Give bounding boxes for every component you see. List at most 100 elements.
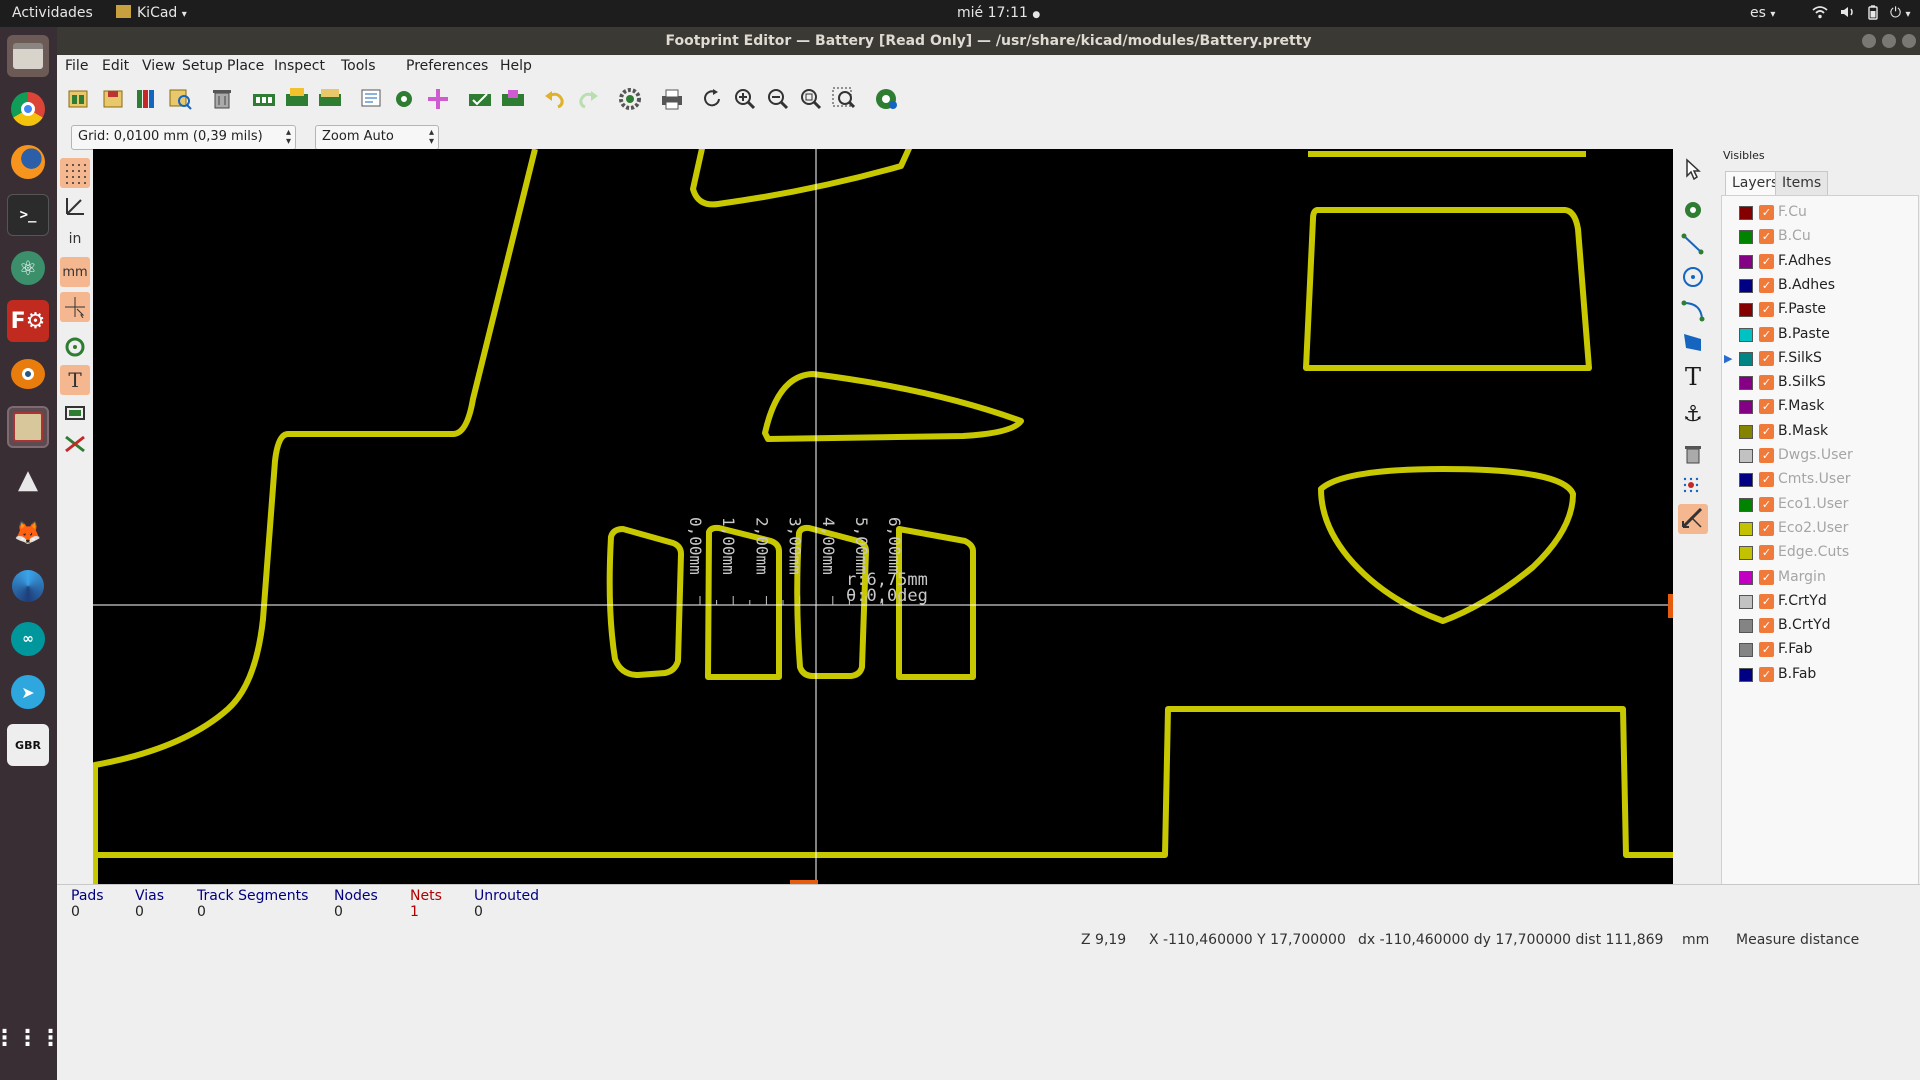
text-sketch-icon[interactable]: T bbox=[60, 365, 90, 395]
layer-visible-checkbox[interactable]: ✓ bbox=[1759, 399, 1774, 415]
show-grid-icon[interactable] bbox=[60, 158, 90, 188]
insert-into-board-icon[interactable] bbox=[284, 86, 310, 112]
menu-file[interactable]: File bbox=[65, 58, 88, 74]
fusion-launcher-icon[interactable]: F⚙ bbox=[7, 300, 49, 342]
menu-tools[interactable]: Tools bbox=[341, 58, 376, 74]
layer-row[interactable]: ✓ Cmts.User bbox=[1722, 469, 1918, 491]
layer-row[interactable]: ✓ Dwgs.User bbox=[1722, 445, 1918, 467]
layer-visible-checkbox[interactable]: ✓ bbox=[1759, 277, 1774, 293]
layer-row[interactable]: ✓ B.Cu bbox=[1722, 226, 1918, 248]
activities-button[interactable]: Actividades bbox=[12, 5, 93, 21]
menu-inspect[interactable]: Inspect bbox=[274, 58, 325, 74]
layer-row[interactable]: ✓ Edge.Cuts bbox=[1722, 542, 1918, 564]
gimp-launcher-icon[interactable]: 🦊 bbox=[7, 512, 49, 554]
layer-visible-checkbox[interactable]: ✓ bbox=[1759, 496, 1774, 512]
delete-tool-icon[interactable] bbox=[1678, 439, 1708, 469]
units-mm-button[interactable]: mm bbox=[60, 257, 90, 287]
layer-visible-checkbox[interactable]: ✓ bbox=[1759, 618, 1774, 634]
blender-launcher-icon[interactable] bbox=[7, 353, 49, 395]
kicad-launcher-icon[interactable] bbox=[7, 406, 49, 448]
close-button[interactable] bbox=[1902, 34, 1916, 48]
high-contrast-icon[interactable] bbox=[60, 429, 90, 459]
layer-row[interactable]: ✓ B.Mask bbox=[1722, 421, 1918, 443]
layer-row[interactable]: ✓ Eco2.User bbox=[1722, 518, 1918, 540]
firefox-launcher-icon[interactable] bbox=[7, 141, 49, 183]
layer-color-swatch[interactable] bbox=[1739, 594, 1753, 609]
drawing-canvas[interactable]: 0,00mm 1,00mm 2,00mm 3,00mm 4,00mm 5,00mm 6,00… bbox=[93, 149, 1673, 884]
app-swirl-launcher-icon[interactable] bbox=[7, 565, 49, 607]
layer-color-swatch[interactable] bbox=[1739, 303, 1753, 318]
print-icon[interactable] bbox=[659, 86, 685, 112]
graphic-outline-icon[interactable] bbox=[60, 398, 90, 428]
telegram-launcher-icon[interactable]: ➤ bbox=[7, 671, 49, 713]
redo-icon[interactable] bbox=[575, 86, 601, 112]
layer-visible-checkbox[interactable]: ✓ bbox=[1759, 666, 1774, 682]
zoom-selection-icon[interactable] bbox=[831, 86, 857, 112]
select-arrow-icon[interactable] bbox=[1678, 154, 1708, 184]
tab-items[interactable]: Items bbox=[1775, 171, 1829, 196]
layer-row[interactable]: ▶ ✓ F.SilkS bbox=[1722, 348, 1918, 370]
layer-visible-checkbox[interactable]: ✓ bbox=[1759, 642, 1774, 658]
draw-polygon-icon[interactable] bbox=[1678, 328, 1708, 358]
draw-circle-icon[interactable] bbox=[1678, 262, 1708, 292]
gerbview-launcher-icon[interactable]: GBR bbox=[7, 724, 49, 766]
zoom-select[interactable]: Zoom Auto ▴ ▾ bbox=[315, 125, 439, 150]
layer-color-swatch[interactable] bbox=[1739, 230, 1753, 245]
footprint-properties-icon[interactable] bbox=[359, 86, 385, 112]
volume-icon[interactable] bbox=[1840, 5, 1856, 23]
pad-settings-icon[interactable] bbox=[392, 86, 418, 112]
pad-sketch-icon[interactable] bbox=[60, 332, 90, 362]
zoom-fit-icon[interactable] bbox=[798, 86, 824, 112]
battery-icon[interactable] bbox=[1868, 5, 1878, 24]
footprint-viewer-icon[interactable] bbox=[167, 86, 193, 112]
layer-color-swatch[interactable] bbox=[1739, 473, 1753, 488]
layer-row[interactable]: ✓ F.Fab bbox=[1722, 639, 1918, 661]
3d-viewer-icon[interactable] bbox=[873, 86, 899, 112]
layer-color-swatch[interactable] bbox=[1739, 643, 1753, 658]
draw-arc-icon[interactable] bbox=[1678, 295, 1708, 325]
files-launcher-icon[interactable] bbox=[7, 35, 49, 77]
layer-visible-checkbox[interactable]: ✓ bbox=[1759, 326, 1774, 342]
undo-icon[interactable] bbox=[542, 86, 568, 112]
wifi-icon[interactable] bbox=[1812, 5, 1828, 23]
load-from-board-icon[interactable] bbox=[251, 86, 277, 112]
layer-row[interactable]: ✓ F.Adhes bbox=[1722, 251, 1918, 273]
library-browser-icon[interactable] bbox=[134, 86, 160, 112]
layer-color-swatch[interactable] bbox=[1739, 497, 1753, 512]
layer-row[interactable]: ✓ Eco1.User bbox=[1722, 494, 1918, 516]
layer-row[interactable]: ✓ B.SilkS bbox=[1722, 372, 1918, 394]
save-footprint-icon[interactable] bbox=[100, 86, 126, 112]
compare-footprint-icon[interactable] bbox=[500, 86, 526, 112]
full-crosshair-icon[interactable] bbox=[60, 292, 90, 322]
redraw-icon[interactable] bbox=[699, 86, 725, 112]
layer-visible-checkbox[interactable]: ✓ bbox=[1759, 423, 1774, 439]
layer-color-swatch[interactable] bbox=[1739, 327, 1753, 342]
measure-tool-icon[interactable] bbox=[1678, 504, 1708, 534]
new-footprint-icon[interactable] bbox=[65, 86, 91, 112]
zoom-out-icon[interactable] bbox=[765, 86, 791, 112]
menu-preferences[interactable]: Preferences bbox=[406, 58, 488, 74]
library-settings-icon[interactable] bbox=[617, 86, 643, 112]
menu-help[interactable]: Help bbox=[500, 58, 532, 74]
layer-visible-checkbox[interactable]: ✓ bbox=[1759, 545, 1774, 561]
grid-origin-icon[interactable] bbox=[1678, 472, 1708, 502]
add-pad-icon[interactable] bbox=[1678, 195, 1708, 225]
layer-color-swatch[interactable] bbox=[1739, 278, 1753, 293]
layer-color-swatch[interactable] bbox=[1739, 206, 1753, 220]
layer-color-swatch[interactable] bbox=[1739, 254, 1753, 269]
layer-color-swatch[interactable] bbox=[1739, 619, 1753, 634]
layer-color-swatch[interactable] bbox=[1739, 449, 1753, 463]
layer-row[interactable]: ✓ B.Paste bbox=[1722, 324, 1918, 346]
layer-color-swatch[interactable] bbox=[1739, 424, 1753, 439]
layer-color-swatch[interactable] bbox=[1739, 570, 1753, 585]
menu-setup[interactable]: Setup bbox=[182, 58, 223, 74]
delete-trash-icon[interactable] bbox=[209, 86, 235, 112]
layer-row[interactable]: ✓ Margin bbox=[1722, 567, 1918, 589]
polar-coords-icon[interactable] bbox=[60, 191, 90, 221]
arduino-launcher-icon[interactable]: ∞ bbox=[7, 618, 49, 660]
layer-color-swatch[interactable] bbox=[1739, 400, 1753, 415]
anchor-icon[interactable]: ⚓ bbox=[1678, 399, 1708, 429]
system-menu[interactable]: ⏻ ▾ bbox=[1890, 5, 1911, 21]
layer-visible-checkbox[interactable]: ✓ bbox=[1759, 593, 1774, 609]
layer-visible-checkbox[interactable]: ✓ bbox=[1759, 569, 1774, 585]
